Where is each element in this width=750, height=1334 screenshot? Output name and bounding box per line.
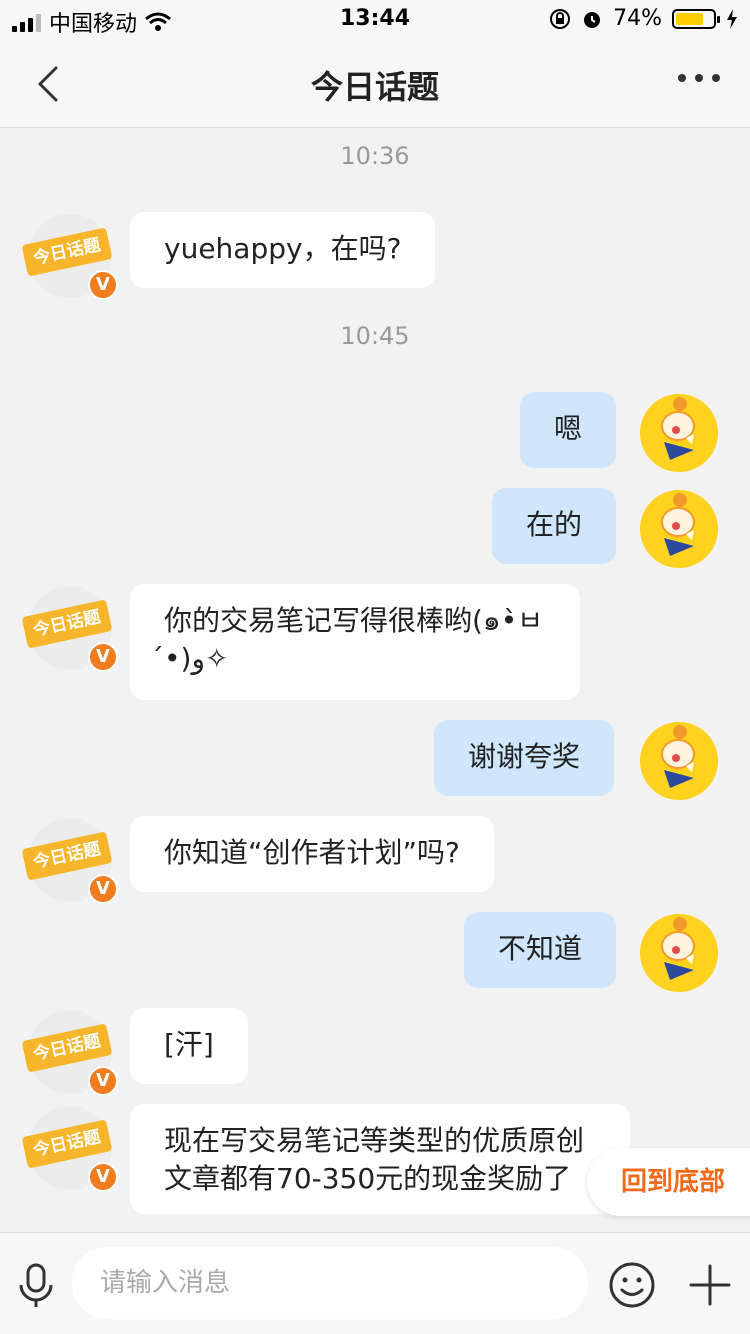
timestamp: 10:45 xyxy=(340,322,410,350)
message-text: 谢谢夸奖 xyxy=(468,740,581,773)
bot-avatar[interactable]: 今日话题 V xyxy=(21,214,118,300)
more-icon[interactable] xyxy=(678,74,720,82)
cartoon-avatar-icon xyxy=(640,394,718,472)
timestamp: 10:36 xyxy=(340,142,410,170)
battery-fill xyxy=(676,12,703,25)
page-title: 今日话题 xyxy=(310,68,439,106)
microphone-icon[interactable] xyxy=(18,1263,54,1309)
verified-badge-icon: V xyxy=(88,1162,118,1192)
message-text: 嗯 xyxy=(554,412,583,445)
message-bubble[interactable]: 你知道“创作者计划”吗? xyxy=(130,816,494,892)
message-bubble[interactable]: 你的交易笔记写得很棒哟(๑•̀ㅂ •́)و✧ xyxy=(130,584,580,700)
user-avatar[interactable] xyxy=(640,722,718,800)
message-bubble[interactable]: 嗯 xyxy=(520,392,617,468)
rotation-lock-icon xyxy=(550,8,571,29)
input-bar: 请输入消息 xyxy=(0,1232,750,1334)
cartoon-avatar-icon xyxy=(640,722,718,800)
plus-icon[interactable] xyxy=(688,1263,732,1307)
scroll-to-bottom-button[interactable]: 回到底部 xyxy=(587,1148,750,1216)
bot-avatar[interactable]: 今日话题 V xyxy=(21,1010,118,1096)
verified-badge-icon: V xyxy=(88,270,118,300)
avatar-tag: 今日话题 xyxy=(21,831,113,881)
message-text: [汗] xyxy=(164,1028,214,1061)
status-bar: 中国移动 13:44 74% xyxy=(0,0,750,40)
avatar-tag: 今日话题 xyxy=(21,599,113,649)
bot-avatar[interactable]: 今日话题 V xyxy=(21,586,118,672)
message-text: yuehappy，在吗? xyxy=(164,232,402,265)
verified-badge-icon: V xyxy=(88,874,118,904)
message-text-line: 文章都有70-350元的现金奖励了 xyxy=(164,1162,572,1195)
message-text-line: 现在写交易笔记等类型的优质原创 xyxy=(164,1124,585,1157)
message-bubble[interactable]: 不知道 xyxy=(464,912,617,988)
cartoon-avatar-icon xyxy=(640,914,718,992)
message-bubble[interactable]: 现在写交易笔记等类型的优质原创 文章都有70-350元的现金奖励了 xyxy=(130,1104,630,1214)
message-text-line: •́)و✧ xyxy=(164,642,229,675)
message-bubble[interactable]: 谢谢夸奖 xyxy=(434,720,615,796)
message-bubble[interactable]: [汗] xyxy=(130,1008,248,1084)
message-bubble[interactable]: 在的 xyxy=(492,488,617,564)
alarm-icon xyxy=(584,11,601,28)
message-input[interactable]: 请输入消息 xyxy=(72,1247,588,1319)
message-bubble[interactable]: yuehappy，在吗? xyxy=(130,212,436,288)
message-text-line: 你的交易笔记写得很棒哟(๑•̀ㅂ xyxy=(164,604,543,637)
verified-badge-icon: V xyxy=(88,642,118,672)
avatar-tag: 今日话题 xyxy=(21,1119,113,1169)
user-avatar[interactable] xyxy=(640,914,718,992)
avatar-tag: 今日话题 xyxy=(21,227,113,277)
verified-badge-icon: V xyxy=(88,1066,118,1096)
charging-icon xyxy=(727,8,737,29)
message-text: 你知道“创作者计划”吗? xyxy=(164,836,460,869)
message-text: 在的 xyxy=(526,508,583,541)
user-avatar[interactable] xyxy=(640,394,718,472)
chat-area[interactable]: 10:36 今日话题 V yuehappy，在吗? 10:45 嗯 在的 今日话… xyxy=(0,128,750,1232)
message-text: 不知道 xyxy=(498,932,583,965)
battery-percent: 74% xyxy=(613,6,662,31)
bot-avatar[interactable]: 今日话题 V xyxy=(21,818,118,904)
status-right: 74% xyxy=(549,6,738,31)
bot-avatar[interactable]: 今日话题 V xyxy=(21,1106,118,1192)
emoji-icon[interactable] xyxy=(608,1261,656,1309)
nav-bar: 今日话题 xyxy=(0,40,750,128)
user-avatar[interactable] xyxy=(640,490,718,568)
avatar-tag: 今日话题 xyxy=(21,1023,113,1073)
battery-icon xyxy=(672,8,720,29)
cartoon-avatar-icon xyxy=(640,490,718,568)
